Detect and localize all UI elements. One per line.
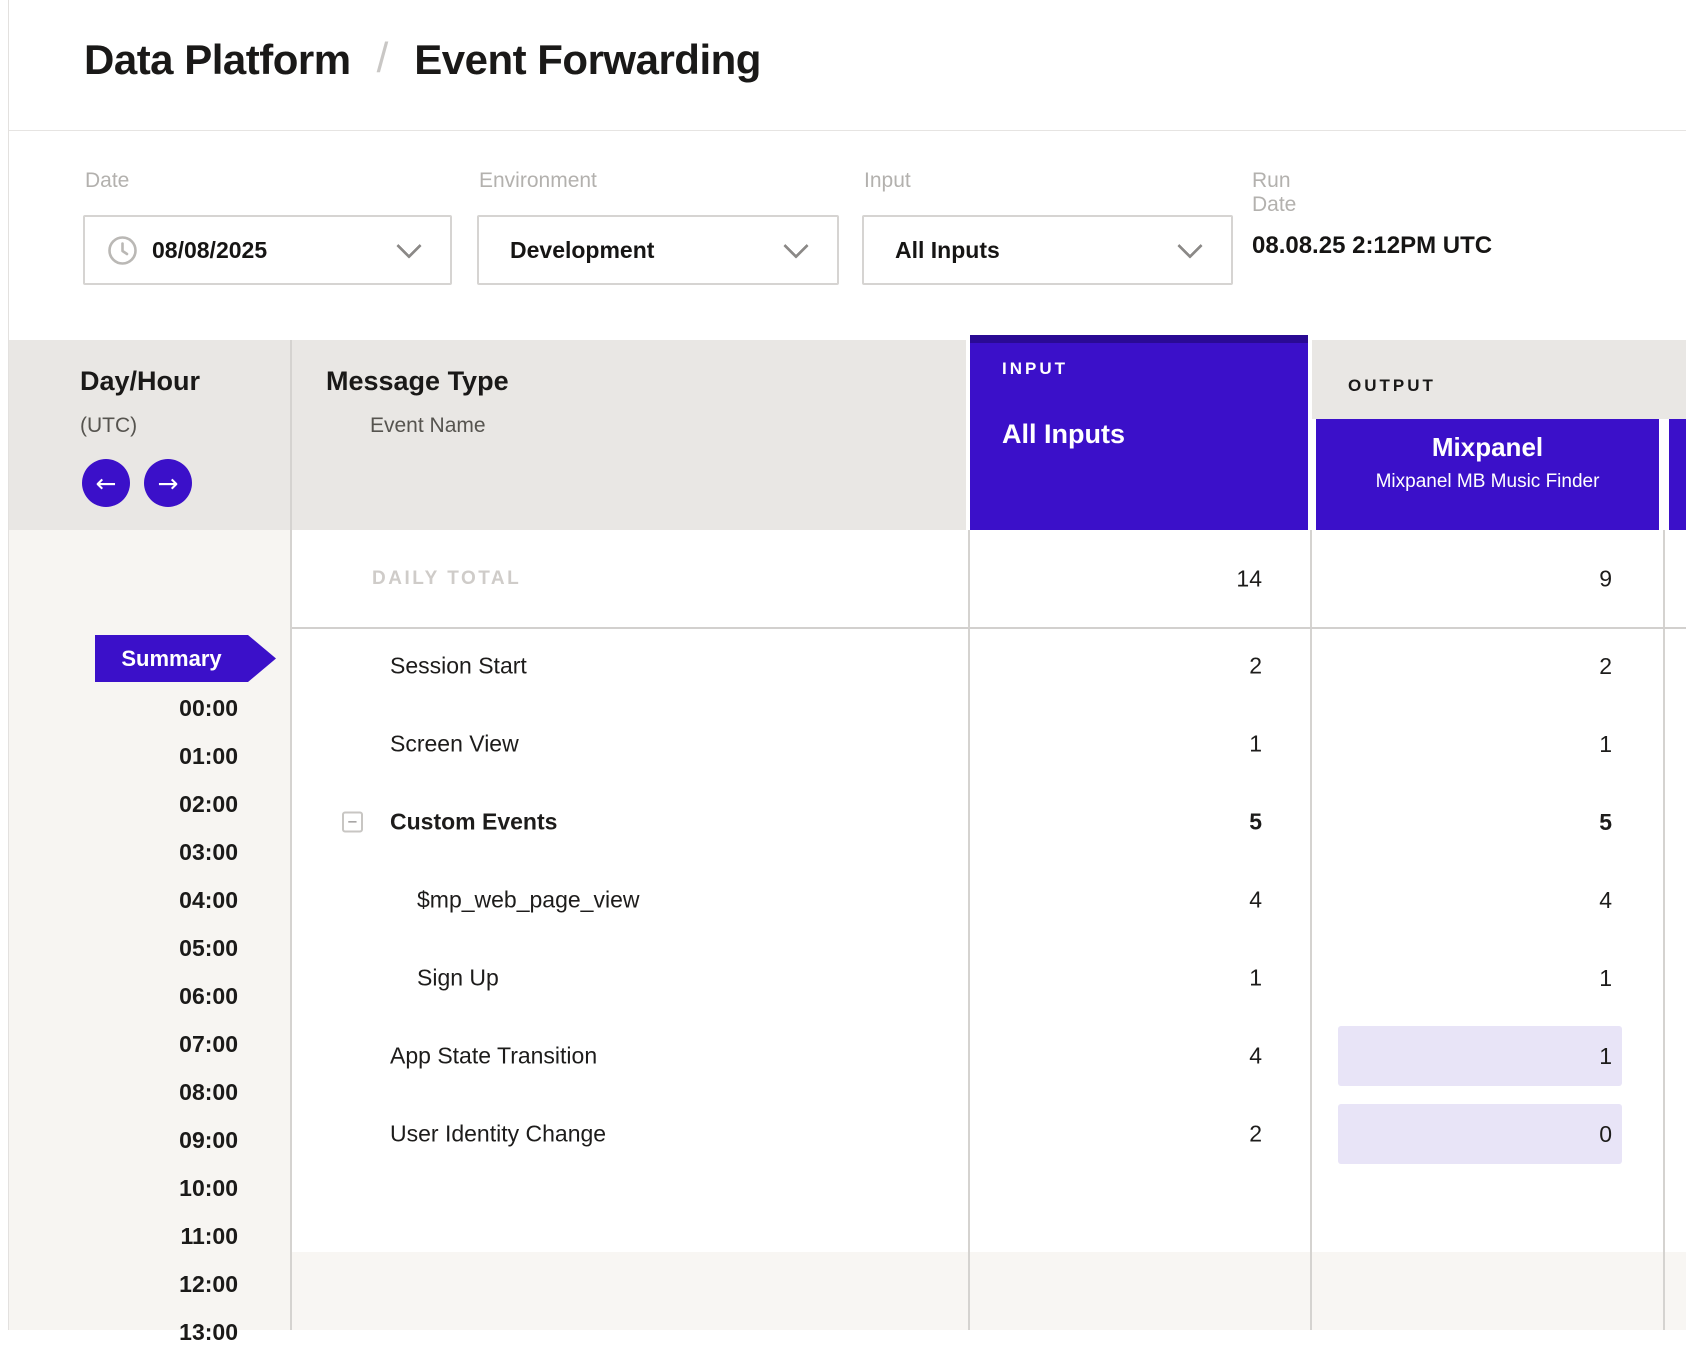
daily-total-row: DAILY TOTAL 14 9 [292,530,1686,629]
clock-icon [107,235,138,266]
chevron-down-icon [396,233,421,258]
input-count: 1 [970,731,1262,758]
chevron-down-icon [1177,233,1202,258]
breadcrumb-separator: / [377,34,389,82]
page-header: Data Platform / Event Forwarding [9,0,1686,131]
environment-select[interactable]: Development [477,215,839,285]
date-value: 08/08/2025 [152,237,267,264]
day-hour-header: Day/Hour [80,366,200,397]
arrow-left-icon: ← [96,471,117,496]
run-date-value: 08.08.25 2:12PM UTC [1252,232,1492,260]
row-label: App State Transition [390,1043,597,1070]
input-count: 1 [970,965,1262,992]
table-row[interactable]: Screen View 1 1 [292,705,1686,783]
hour-label[interactable]: 12:00 [9,1270,238,1298]
environment-value: Development [510,237,654,264]
collapse-icon[interactable]: − [342,812,363,833]
hour-label[interactable]: 11:00 [9,1222,238,1250]
daily-total-label: DAILY TOTAL [372,568,521,590]
input-column-name: All Inputs [1002,419,1308,450]
arrow-right-icon: → [158,471,179,496]
hour-label[interactable]: 01:00 [9,742,238,770]
message-type-header: Message Type [326,366,509,397]
input-count: 4 [970,887,1262,914]
summary-label: Summary [95,635,248,682]
hour-label[interactable]: 05:00 [9,934,238,962]
row-label: Session Start [390,653,527,680]
hour-label[interactable]: 00:00 [9,694,238,722]
hour-label[interactable]: 06:00 [9,982,238,1010]
hour-label[interactable]: 13:00 [9,1318,238,1346]
chevron-down-icon [783,233,808,258]
hour-label[interactable]: 07:00 [9,1030,238,1058]
date-label: Date [85,169,129,193]
table-row[interactable]: − Custom Events 5 5 [292,783,1686,861]
output-count: 1 [1338,714,1622,774]
next-output-column-edge [1669,419,1686,530]
summary-badge[interactable]: Summary [95,635,276,682]
page-left-border [8,0,9,1330]
row-label: $mp_web_page_view [417,887,640,914]
run-date-label: Run Date [1252,169,1296,217]
table-row[interactable]: App State Transition 4 1 [292,1017,1686,1095]
input-count: 4 [970,1043,1262,1070]
daily-total-output: 9 [1312,565,1612,592]
previous-day-button[interactable]: ← [82,459,130,507]
input-group-label: INPUT [1002,359,1308,379]
output-column-subtitle: Mixpanel MB Music Finder [1316,471,1659,493]
daily-total-input: 14 [970,565,1262,592]
output-count: 0 [1338,1104,1622,1164]
page-title: Event Forwarding [414,36,761,84]
output-column-header[interactable]: Mixpanel Mixpanel MB Music Finder [1312,419,1669,530]
filter-bar: Date 08/08/2025 Environment Development … [9,131,1686,340]
event-name-subheader: Event Name [370,414,486,438]
forwarding-table: Day/Hour (UTC) ← → Message Type Event Na… [0,340,1686,1330]
input-value: All Inputs [895,237,1000,264]
input-count: 2 [970,1121,1262,1148]
breadcrumb: Data Platform / Event Forwarding [84,36,761,84]
input-label: Input [864,169,911,193]
output-count: 4 [1338,870,1622,930]
hour-label[interactable]: 09:00 [9,1126,238,1154]
hour-label[interactable]: 04:00 [9,886,238,914]
row-label: Screen View [390,731,519,758]
output-count: 1 [1338,948,1622,1008]
table-row[interactable]: User Identity Change 2 0 [292,1095,1686,1173]
environment-label: Environment [479,169,597,193]
hour-label[interactable]: 03:00 [9,838,238,866]
hour-label[interactable]: 08:00 [9,1078,238,1106]
row-label: Custom Events [390,809,557,836]
output-count: 1 [1338,1026,1622,1086]
table-row[interactable]: Session Start 2 2 [292,627,1686,705]
date-select[interactable]: 08/08/2025 [83,215,452,285]
output-count: 2 [1338,636,1622,696]
table-row[interactable]: $mp_web_page_view 4 4 [292,861,1686,939]
breadcrumb-data-platform[interactable]: Data Platform [84,36,351,84]
input-count: 2 [970,653,1262,680]
input-count: 5 [970,809,1262,836]
output-group-label: OUTPUT [1348,376,1436,396]
hour-label[interactable]: 02:00 [9,790,238,818]
table-row[interactable]: Sign Up 1 1 [292,939,1686,1017]
next-day-button[interactable]: → [144,459,192,507]
table-footer-area [292,1252,1686,1330]
day-hour-timezone: (UTC) [80,414,137,438]
output-column-name: Mixpanel [1316,432,1659,463]
hour-label[interactable]: 10:00 [9,1174,238,1202]
row-label: Sign Up [417,965,499,992]
row-label: User Identity Change [390,1121,606,1148]
input-column-header[interactable]: INPUT All Inputs [966,335,1312,530]
output-count: 5 [1338,792,1622,852]
input-select[interactable]: All Inputs [862,215,1233,285]
